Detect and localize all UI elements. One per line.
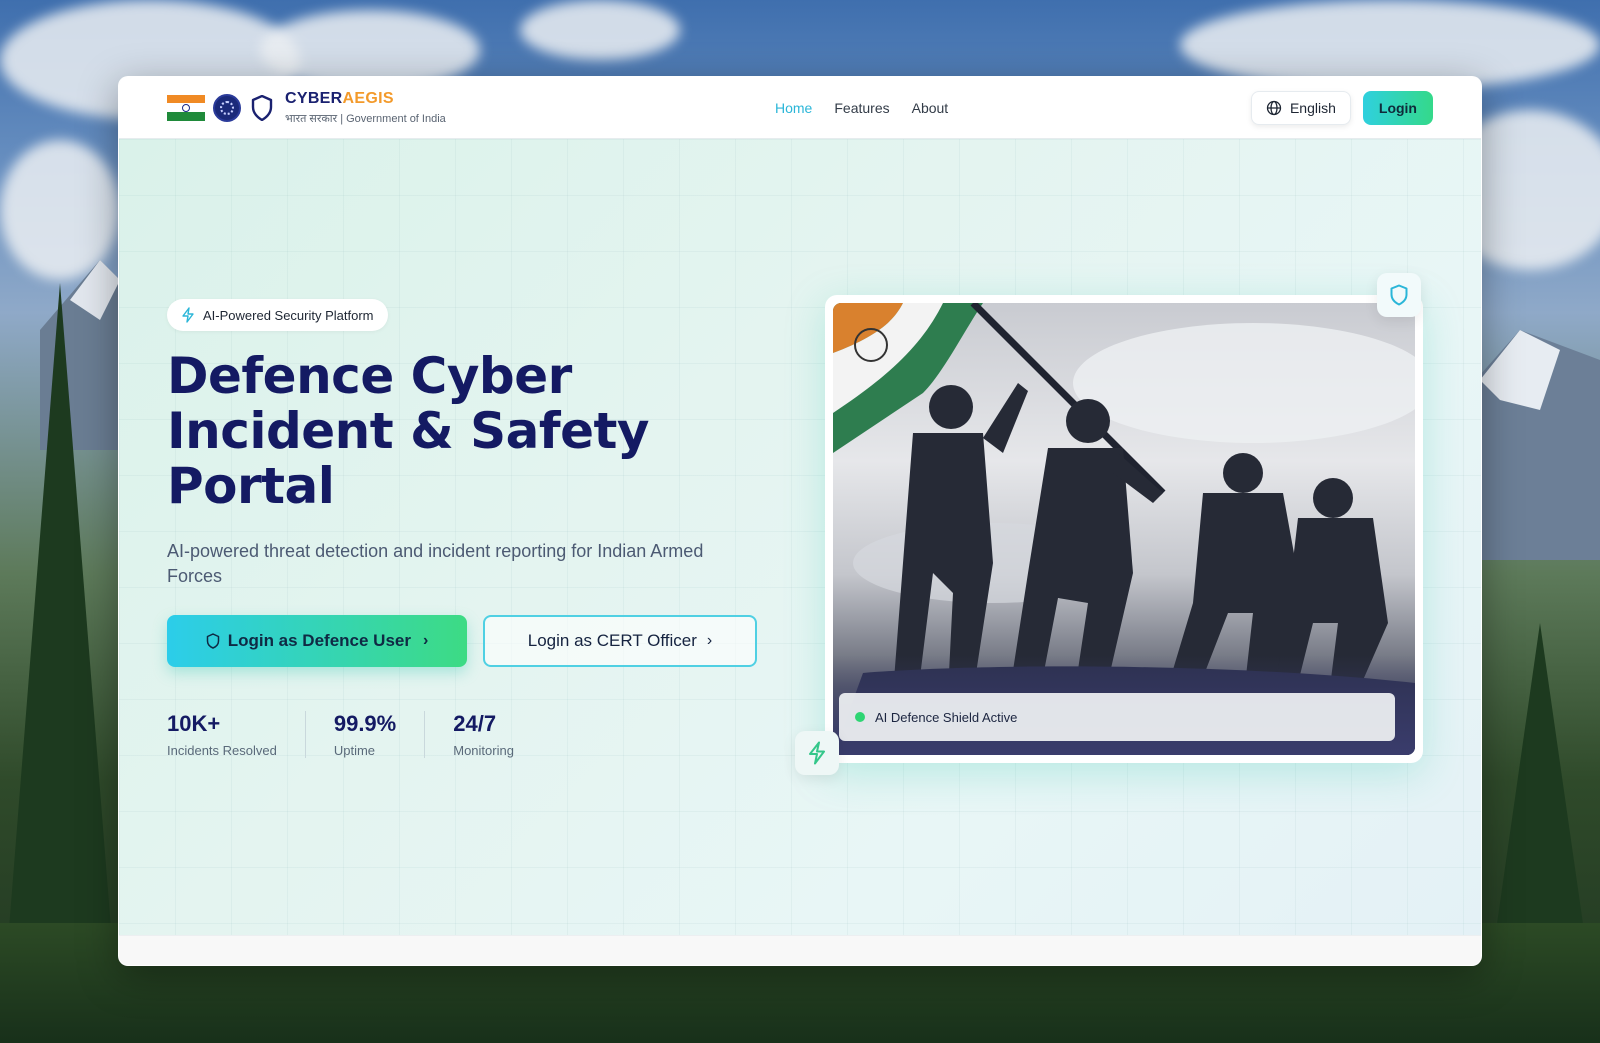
shield-status-label: AI Defence Shield Active	[875, 709, 1018, 725]
emblem-icon	[213, 93, 241, 122]
status-dot-icon	[855, 712, 865, 722]
stat-item: 99.9% Uptime	[333, 711, 426, 758]
brand-subtitle: भारत सरकार | Government of India	[285, 112, 446, 125]
bolt-icon	[182, 307, 194, 323]
nav-link-about[interactable]: About	[912, 100, 949, 116]
language-label: English	[1289, 100, 1336, 116]
primary-button-label: Login as Defence User	[227, 631, 411, 650]
navbar: CYBERAEGIS भारत सरकार | Government of In…	[119, 77, 1481, 139]
stat-value: 24/7	[453, 711, 497, 736]
floating-shield-badge	[1377, 273, 1421, 317]
platform-badge: AI-Powered Security Platform	[167, 299, 388, 331]
shield-logo-icon	[251, 94, 273, 121]
login-cert-officer-button[interactable]: Login as CERT Officer ›	[483, 615, 757, 667]
brand-name: CYBERAEGIS	[285, 89, 394, 107]
nav-links: Home Features About	[775, 77, 948, 139]
login-button[interactable]: Login	[1362, 91, 1433, 125]
hero-subtitle: AI-powered threat detection and incident…	[167, 541, 704, 586]
chevron-right-icon: ›	[422, 632, 429, 649]
stat-item: 10K+ Incidents Resolved	[167, 711, 306, 758]
soldiers-statue-image	[833, 303, 1415, 755]
stat-label: Incidents Resolved	[167, 743, 277, 758]
stat-value: 10K+	[167, 711, 221, 736]
chevron-right-icon: ›	[706, 632, 713, 649]
browser-window: CYBERAEGIS भारत सरकार | Government of In…	[118, 76, 1482, 966]
stats-row: 10K+ Incidents Resolved 99.9% Uptime 24/…	[167, 711, 570, 758]
cloud	[520, 0, 680, 60]
stat-label: Uptime	[333, 743, 376, 758]
nav-link-features[interactable]: Features	[834, 100, 889, 116]
nav-link-home[interactable]: Home	[775, 100, 812, 116]
shield-icon	[206, 633, 219, 649]
login-defence-user-button[interactable]: Login as Defence User ›	[167, 615, 467, 667]
floating-bolt-badge	[795, 731, 839, 775]
brand[interactable]: CYBERAEGIS भारत सरकार | Government of In…	[167, 90, 446, 126]
stat-value: 99.9%	[333, 711, 397, 736]
hero-image-card: AI Defence Shield Active	[825, 295, 1423, 763]
stat-label: Monitoring	[453, 743, 514, 758]
page-title: Defence Cyber Incident & Safety Portal	[167, 347, 650, 515]
language-selector[interactable]: English	[1250, 91, 1351, 125]
nav-actions: English Login	[1250, 91, 1433, 125]
globe-icon	[1266, 100, 1282, 116]
shield-status-bar: AI Defence Shield Active	[839, 693, 1395, 741]
secondary-button-label: Login as CERT Officer	[527, 631, 697, 650]
stat-item: 24/7 Monitoring	[453, 711, 542, 758]
bolt-icon	[809, 741, 825, 765]
india-flag-icon	[167, 94, 205, 121]
hero-section: AI-Powered Security Platform Defence Cyb…	[119, 139, 1481, 937]
shield-icon	[1390, 284, 1408, 306]
footer-strip	[119, 935, 1481, 965]
badge-label: AI-Powered Security Platform	[203, 307, 374, 323]
